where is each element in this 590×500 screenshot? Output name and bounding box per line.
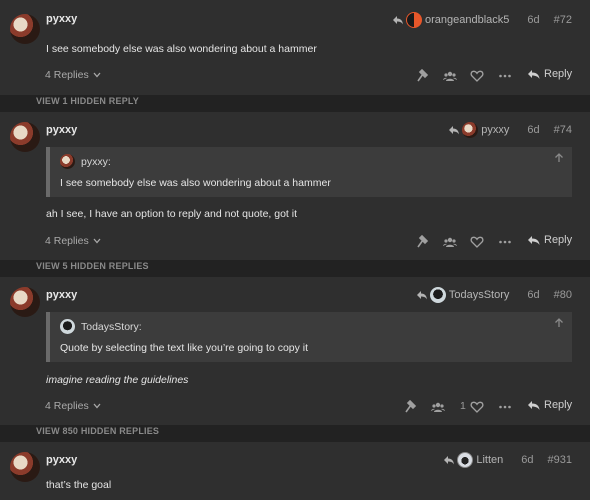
ellipsis-icon[interactable] [498,235,512,249]
pyxxy-avatar-icon [60,154,75,169]
ellipsis-icon[interactable] [498,400,512,414]
avatar[interactable] [10,452,40,482]
reply-arrow-icon [449,126,460,135]
todaysstory-avatar-icon [429,287,446,303]
post-number[interactable]: #80 [554,289,572,301]
post-body: that’s the goal [46,479,112,491]
reply-label: Reply [544,234,573,246]
flag-icon[interactable] [415,235,429,249]
todaysstory-avatar-icon [60,319,75,334]
hidden-replies-strip[interactable]: VIEW 850 HIDDEN REPLIES [0,425,590,439]
quote-header[interactable]: pyxxy: [60,154,111,169]
view-hidden-replies-link[interactable]: VIEW 1 HIDDEN REPLY [36,96,139,106]
post-age[interactable]: 6d [527,289,539,301]
ellipsis-icon[interactable] [498,69,512,83]
post-72: pyxxy orangeandblack5 6d #72 I see someb… [0,0,590,95]
post-body: imagine reading the guidelines [46,374,189,386]
reply-to-username: Litten [476,454,504,466]
avatar[interactable] [10,287,40,317]
users-icon[interactable] [431,400,445,414]
like-count[interactable]: 1 [460,400,466,412]
view-hidden-replies-link[interactable]: VIEW 5 HIDDEN REPLIES [36,261,149,271]
post-age[interactable]: 6d [527,124,539,136]
username[interactable]: pyxxy [46,289,77,301]
replies-toggle-button[interactable]: 4 Replies [45,400,101,412]
replies-count: 4 Replies [45,400,89,412]
users-icon[interactable] [443,69,457,83]
replies-toggle-button[interactable]: 4 Replies [45,69,101,81]
pyxxy-avatar-icon [462,122,479,138]
view-hidden-replies-link[interactable]: VIEW 850 HIDDEN REPLIES [36,426,159,436]
replies-toggle-button[interactable]: 4 Replies [45,235,101,247]
avatar[interactable] [10,14,40,44]
reply-to-username: orangeandblack5 [424,14,510,26]
post-74: pyxxy pyxxy 6d #74 pyxxy: I see somebody… [0,112,590,260]
reply-to-link[interactable]: pyxxy [448,122,509,138]
reply-to-link[interactable]: orangeandblack5 [392,12,509,28]
username[interactable]: pyxxy [46,13,77,25]
reply-label: Reply [544,68,573,80]
quote-text: I see somebody else was also wondering a… [60,177,331,189]
username[interactable]: pyxxy [46,454,77,466]
reply-to-link[interactable]: Litten [443,452,503,468]
reply-icon [528,69,540,79]
reply-button[interactable]: Reply [527,68,572,80]
chevron-down-icon [93,238,101,244]
quote-header[interactable]: TodaysStory: [60,319,142,334]
post-931: pyxxy Litten 6d #931 that’s the goal [0,442,590,500]
chevron-down-icon [93,403,101,409]
avatar[interactable] [10,122,40,152]
post-actions: 4 Replies 1 Reply [0,397,590,417]
reply-icon [528,235,540,245]
quote-author: pyxxy: [81,155,111,168]
heart-icon[interactable] [470,69,484,83]
post-number[interactable]: #72 [554,14,572,26]
replies-count: 4 Replies [45,235,89,247]
flag-icon[interactable] [403,400,417,414]
post-actions: 4 Replies Reply [0,66,590,86]
flag-icon[interactable] [415,69,429,83]
reply-icon [528,400,540,410]
litten-avatar-icon [457,452,474,468]
post-number[interactable]: #931 [548,454,572,466]
reply-to-username: pyxxy [481,124,510,136]
post-meta: TodaysStory 6d #80 [416,287,572,303]
reply-arrow-icon [416,291,427,300]
post-meta: Litten 6d #931 [443,452,572,468]
heart-icon[interactable] [470,235,484,249]
quote-block: pyxxy: I see somebody else was also wond… [46,147,572,197]
post-meta: orangeandblack5 6d #72 [392,12,572,28]
reply-button[interactable]: Reply [527,234,572,246]
arrow-up-icon[interactable] [554,153,564,163]
hidden-replies-strip[interactable]: VIEW 5 HIDDEN REPLIES [0,260,590,274]
chevron-down-icon [93,72,101,78]
username[interactable]: pyxxy [46,124,77,136]
post-meta: pyxxy 6d #74 [448,122,572,138]
reply-button[interactable]: Reply [527,399,572,411]
heart-icon[interactable] [470,400,484,414]
post-body: I see somebody else was also wondering a… [46,43,317,55]
post-age[interactable]: 6d [527,14,539,26]
post-body: ah I see, I have an option to reply and … [46,208,298,220]
replies-count: 4 Replies [45,69,89,81]
post-actions: 4 Replies Reply [0,232,590,252]
post-age[interactable]: 6d [521,454,533,466]
quote-text: Quote by selecting the text like you’re … [60,342,309,354]
post-80: pyxxy TodaysStory 6d #80 TodaysStory: Qu… [0,277,590,425]
reply-arrow-icon [444,456,455,465]
users-icon[interactable] [443,235,457,249]
quote-author: TodaysStory: [81,320,142,333]
quote-block: TodaysStory: Quote by selecting the text… [46,312,572,362]
orangeandblack5-avatar-icon [405,12,422,28]
post-number[interactable]: #74 [554,124,572,136]
hidden-replies-strip[interactable]: VIEW 1 HIDDEN REPLY [0,95,590,109]
arrow-up-icon[interactable] [554,318,564,328]
reply-to-link[interactable]: TodaysStory [416,287,510,303]
reply-arrow-icon [392,16,403,25]
reply-label: Reply [544,399,573,411]
reply-to-username: TodaysStory [448,289,510,301]
